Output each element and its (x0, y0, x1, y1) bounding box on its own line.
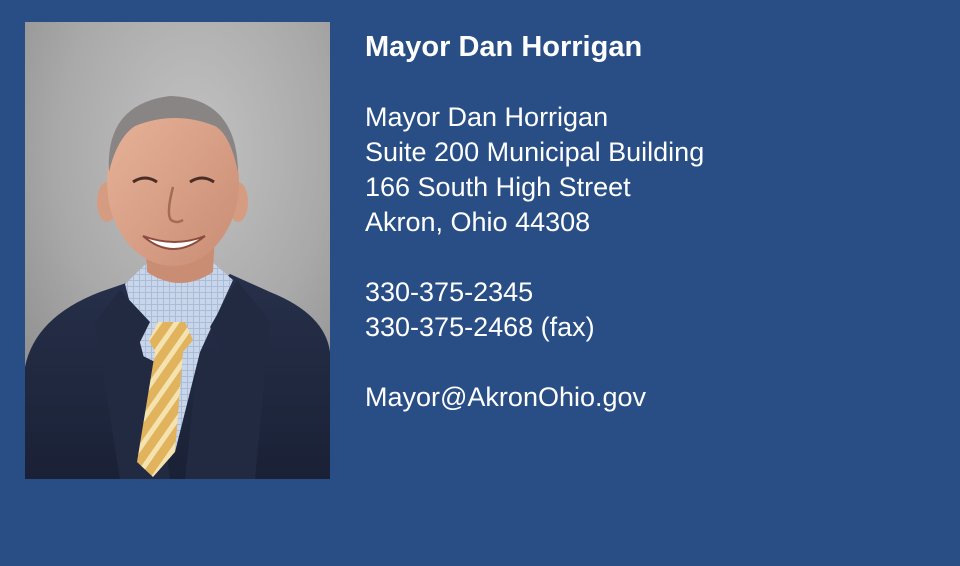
address-line-suite: Suite 200 Municipal Building (365, 137, 705, 167)
fax-number: 330-375-2468 (fax) (365, 312, 595, 342)
mayor-portrait-photo (25, 22, 330, 479)
address-line-city: Akron, Ohio 44308 (365, 207, 591, 237)
address-line-street: 166 South High Street (365, 172, 631, 202)
email-block: Mayor@AkronOhio.gov (365, 380, 925, 415)
portrait-illustration (25, 22, 330, 479)
phone-number: 330-375-2345 (365, 277, 534, 307)
contact-name-heading: Mayor Dan Horrigan (365, 31, 643, 63)
email-address: Mayor@AkronOhio.gov (365, 382, 647, 412)
contact-info: Mayor Dan Horrigan Mayor Dan Horrigan Su… (365, 28, 925, 415)
address-line-name: Mayor Dan Horrigan (365, 102, 609, 132)
phone-numbers: 330-375-2345 330-375-2468 (fax) (365, 275, 925, 345)
mailing-address: Mayor Dan Horrigan Suite 200 Municipal B… (365, 100, 925, 240)
contact-card: Mayor Dan Horrigan Mayor Dan Horrigan Su… (0, 0, 960, 566)
